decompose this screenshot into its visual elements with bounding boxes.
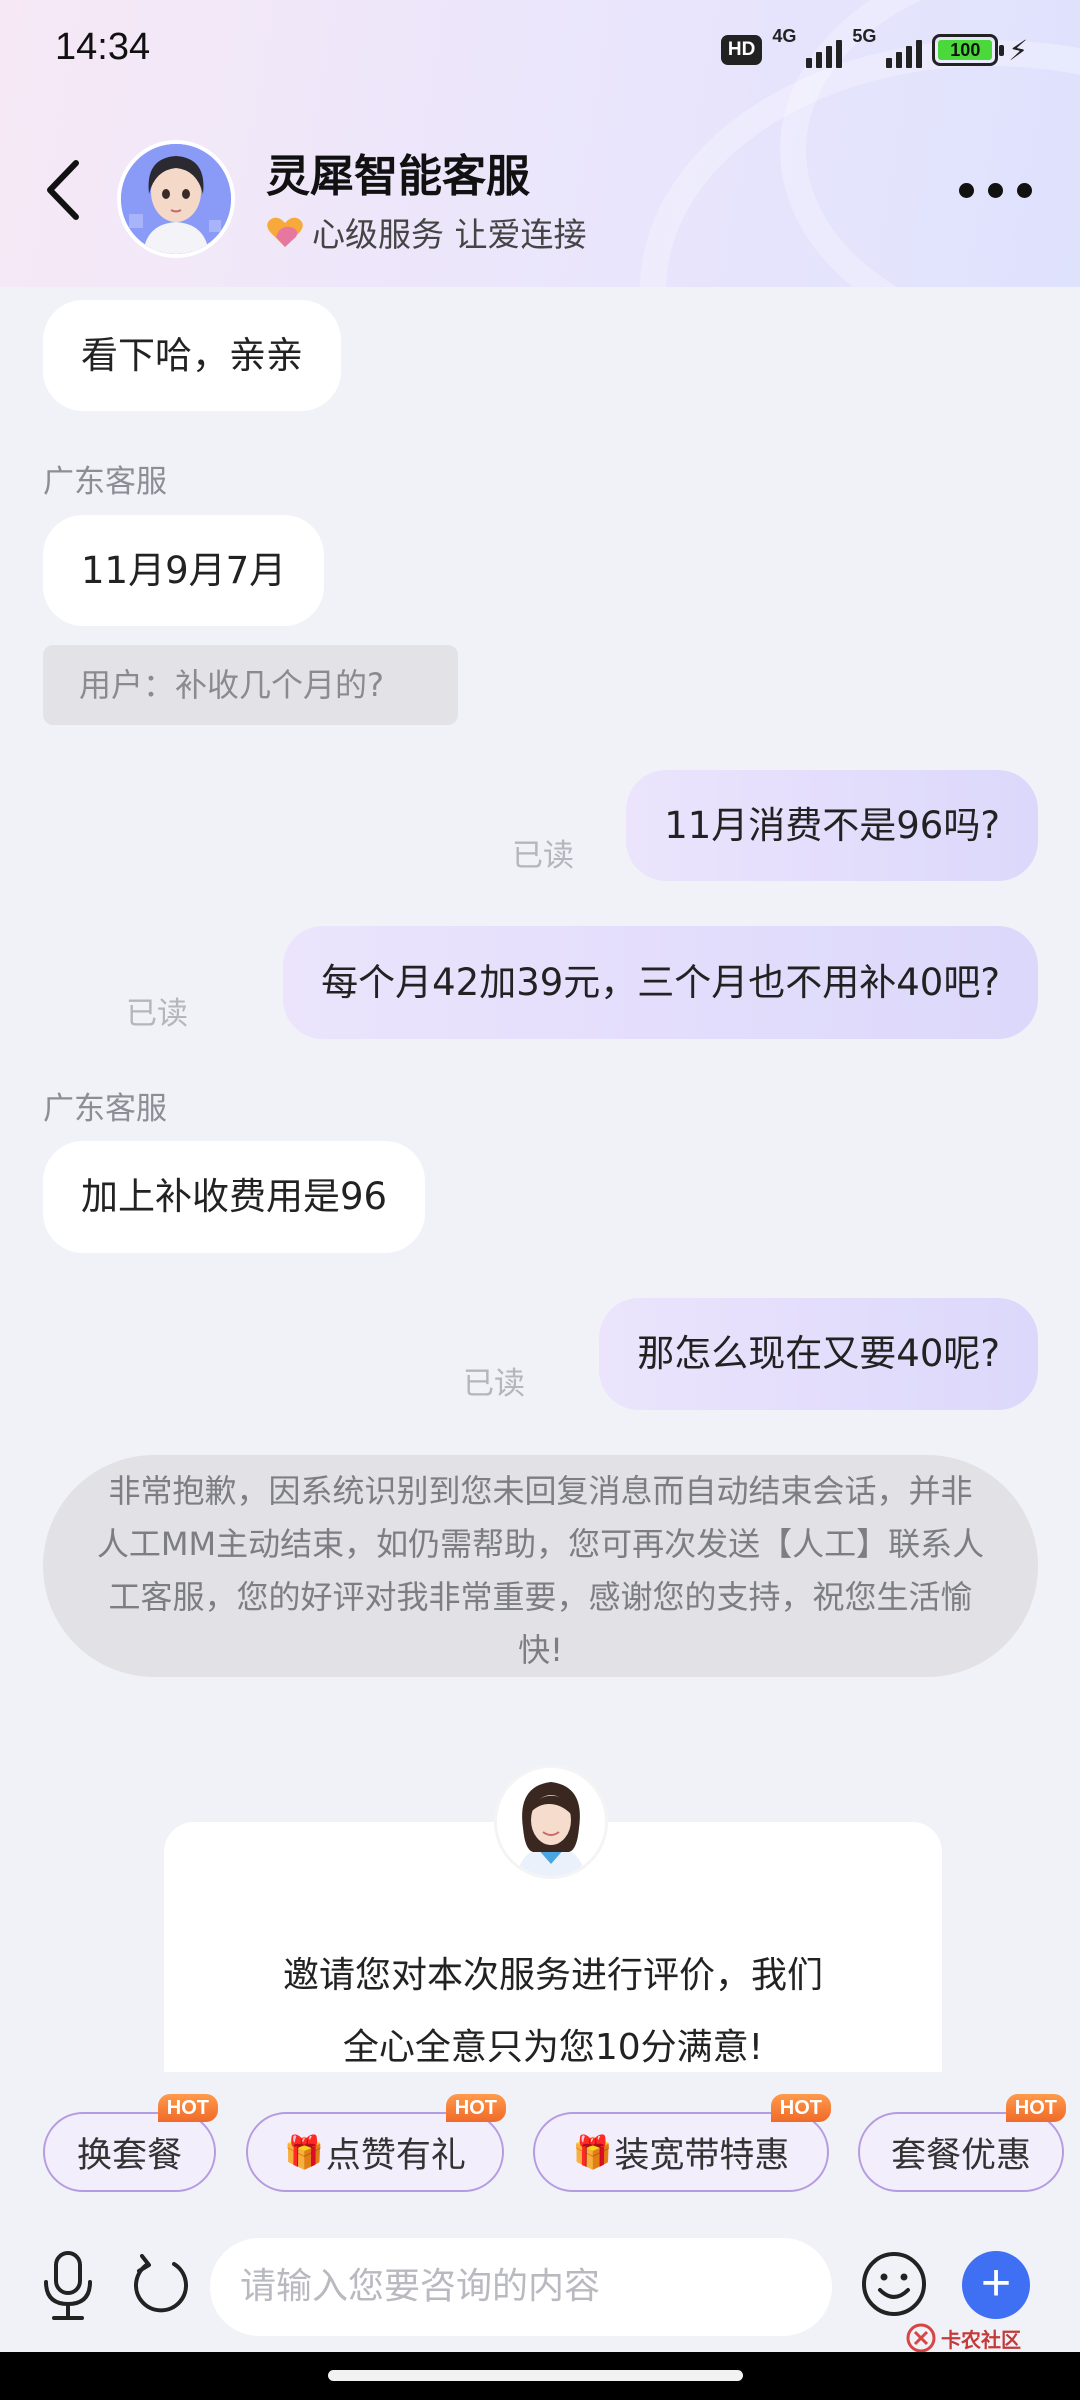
home-indicator[interactable] [328, 2370, 743, 2381]
message-bubble-outgoing: 那怎么现在又要40呢? [599, 1298, 1038, 1410]
hot-badge: HOT [1005, 2094, 1066, 2122]
header-subtitle: 心级服务 让爱连接 [266, 208, 587, 256]
battery-level: 100 [938, 40, 993, 60]
page-title: 灵犀智能客服 [266, 151, 530, 202]
read-status: 已读 [463, 1366, 525, 1402]
status-icons: HD 4G 5G 100 ⚡ [720, 26, 1028, 70]
hot-badge: HOT [157, 2094, 218, 2122]
sender-name: 广东客服 [43, 1091, 167, 1127]
read-status: 已读 [126, 996, 188, 1032]
watermark-text: 卡农社区 [941, 2327, 1021, 2352]
battery-icon: 100 [932, 34, 1005, 66]
agent-photo-icon [497, 1768, 605, 1876]
message-bubble-incoming: 加上补收费用是96 [43, 1141, 426, 1253]
subtitle-text: 心级服务 让爱连接 [312, 215, 587, 254]
status-time: 14:34 [55, 26, 151, 68]
microphone-icon[interactable] [40, 2250, 96, 2322]
status-bar: 14:34 HD 4G 5G 100 ⚡ [0, 0, 1080, 100]
gift-icon: 🎁 [572, 2133, 613, 2171]
chip-change-plan[interactable]: 换套餐 HOT [43, 2094, 218, 2192]
signal-5g-icon: 5G [852, 26, 923, 70]
emoji-icon[interactable] [860, 2250, 928, 2318]
hot-badge: HOT [770, 2094, 831, 2122]
signal-4g-icon: 4G [772, 26, 843, 70]
message-input[interactable] [210, 2238, 832, 2336]
message-bubble-incoming: 11月9月7月 [43, 515, 325, 626]
rating-line-1: 邀请您对本次服务进行评价，我们 [282, 1955, 823, 1996]
agent-photo [494, 1765, 608, 1879]
chip-broadband-deal[interactable]: 🎁 装宽带特惠 HOT [533, 2094, 831, 2192]
watermark-logo-icon [906, 2323, 936, 2353]
gift-icon: 🎁 [284, 2133, 324, 2171]
more-dots-icon[interactable] [950, 170, 1040, 210]
hot-badge: HOT [445, 2094, 506, 2122]
read-status: 已读 [512, 838, 574, 874]
message-bubble-outgoing: 每个月42加39元，三个月也不用补40吧? [283, 926, 1038, 1039]
rating-prompt: 邀请您对本次服务进行评价，我们 全心全意只为您10分满意! [164, 1940, 942, 2084]
avatar[interactable] [117, 140, 235, 258]
message-bubble-outgoing: 11月消费不是96吗? [626, 770, 1038, 881]
system-notice: 非常抱歉，因系统识别到您未回复消息而自动结束会话，并非人工MM主动结束，如仍需帮… [43, 1455, 1038, 1677]
chip-plan-discount[interactable]: 套餐优惠 HOT [858, 2094, 1066, 2192]
message-bubble-incoming: 看下哈，亲亲 [43, 300, 341, 411]
charging-icon: ⚡ [1008, 33, 1028, 67]
chip-like-gift[interactable]: 🎁 点赞有礼 HOT [246, 2094, 506, 2192]
add-button[interactable]: + [962, 2251, 1030, 2319]
quoted-message: 用户：补收几个月的? [43, 645, 458, 725]
heart-icon [267, 217, 303, 247]
sender-name: 广东客服 [43, 464, 167, 500]
agent-avatar-icon [121, 144, 231, 254]
hd-voice-icon: HD [720, 35, 763, 65]
chevron-left-icon[interactable] [40, 155, 90, 225]
refresh-icon[interactable] [130, 2252, 192, 2318]
chat-header: 14:34 HD 4G 5G 100 ⚡ 灵犀智能客服 心级服务 让爱连接 [0, 0, 1080, 287]
